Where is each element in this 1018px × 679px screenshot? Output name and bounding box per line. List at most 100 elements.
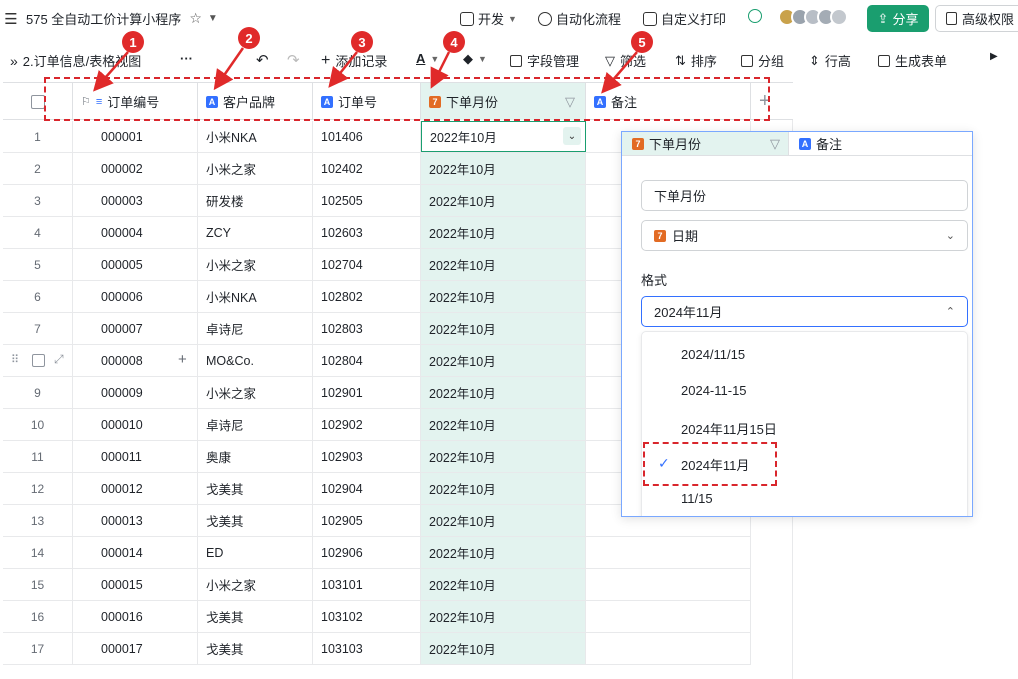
cell-brand[interactable]: 戈美其 (198, 633, 313, 664)
redo-icon[interactable]: ↷ (287, 51, 300, 69)
expand-icon[interactable]: ⤢ (54, 352, 64, 367)
row-index[interactable]: 17 (3, 633, 73, 664)
cell-order[interactable]: 102901 (313, 377, 421, 408)
cell-brand[interactable]: 小米NKA (198, 121, 313, 152)
star-icon[interactable]: ☆ (189, 10, 202, 27)
permission-button[interactable]: 高级权限 (935, 5, 1018, 32)
table-row[interactable]: 16 000016 戈美其 103102 2022年10月 (3, 601, 751, 633)
row-index[interactable]: 16 (3, 601, 73, 632)
cell-month[interactable]: 2022年10月 (421, 505, 586, 536)
cell-month[interactable]: 2022年10月 (421, 121, 586, 152)
row-height-button[interactable]: ⇕ 行高 (809, 51, 851, 70)
plus-icon[interactable]: + (178, 351, 187, 368)
cell-month[interactable]: 2022年10月 (421, 409, 586, 440)
scroll-right-icon[interactable]: ▶ (990, 51, 998, 62)
cell-brand[interactable]: 小米之家 (198, 569, 313, 600)
add-record-button[interactable]: + 添加记录 (321, 51, 387, 70)
cell-month[interactable]: 2022年10月 (421, 441, 586, 472)
cell-brand[interactable]: 卓诗尼 (198, 313, 313, 344)
share-button[interactable]: ⇪ 分享 (867, 5, 929, 32)
cell-order[interactable]: 103102 (313, 601, 421, 632)
chevron-down-icon[interactable]: ▼ (208, 13, 218, 24)
cell-order-no[interactable]: 000006 (73, 281, 198, 312)
row-index[interactable]: 14 (3, 537, 73, 568)
cell-brand[interactable]: 小米之家 (198, 377, 313, 408)
cell-order[interactable]: 102704 (313, 249, 421, 280)
cell-brand[interactable]: 戈美其 (198, 505, 313, 536)
cell-order[interactable]: 102903 (313, 441, 421, 472)
cell-order-no[interactable]: 000005 (73, 249, 198, 280)
cell-order-no[interactable]: 000001 (73, 121, 198, 152)
row-index[interactable]: 5 (3, 249, 73, 280)
cell-order[interactable]: 102505 (313, 185, 421, 216)
cell-note[interactable] (586, 537, 751, 568)
cell-brand[interactable]: MO&Co. (198, 345, 313, 376)
format-select[interactable]: 2024年11月 ⌃ (641, 296, 968, 327)
cell-month[interactable]: 2022年10月 (421, 377, 586, 408)
row-checkbox[interactable] (32, 354, 45, 367)
cell-month[interactable]: 2022年10月 (421, 281, 586, 312)
dev-menu[interactable]: 开发 ▼ (460, 9, 517, 28)
cell-note[interactable] (586, 633, 751, 664)
cell-brand[interactable]: 小米之家 (198, 249, 313, 280)
cell-order[interactable]: 102804 (313, 345, 421, 376)
format-option[interactable]: 2024年11月15日 (681, 419, 777, 438)
cell-month[interactable]: 2022年10月 (421, 569, 586, 600)
sync-status[interactable] (748, 9, 762, 23)
cell-order[interactable]: 102402 (313, 153, 421, 184)
cell-order-no[interactable]: 000010 (73, 409, 198, 440)
cell-order-no[interactable]: 000009 (73, 377, 198, 408)
cell-order[interactable]: 102603 (313, 217, 421, 248)
row-index[interactable]: 11 (3, 441, 73, 472)
cell-month[interactable]: 2022年10月 (421, 153, 586, 184)
field-manage-button[interactable]: 字段管理 (510, 51, 579, 70)
table-row[interactable]: 17 000017 戈美其 103103 2022年10月 (3, 633, 751, 665)
row-index[interactable]: 9 (3, 377, 73, 408)
text-color-button[interactable]: A ▼ (416, 51, 439, 66)
cell-month[interactable]: 2022年10月 (421, 217, 586, 248)
row-index[interactable]: 13 (3, 505, 73, 536)
cell-note[interactable] (586, 569, 751, 600)
cell-brand[interactable]: 戈美其 (198, 473, 313, 504)
cell-month[interactable]: 2022年10月 (421, 249, 586, 280)
chevron-down-icon[interactable]: ⌄ (563, 127, 581, 145)
cell-order[interactable]: 101406 (313, 121, 421, 152)
cell-brand[interactable]: ZCY (198, 217, 313, 248)
row-index[interactable]: 15 (3, 569, 73, 600)
cell-order[interactable]: 103101 (313, 569, 421, 600)
row-index[interactable]: 12 (3, 473, 73, 504)
row-index[interactable]: 7 (3, 313, 73, 344)
cell-brand[interactable]: 奥康 (198, 441, 313, 472)
cell-order-no[interactable]: 000013 (73, 505, 198, 536)
fill-color-button[interactable]: ◆ ▼ (463, 51, 487, 67)
cell-order[interactable]: 102803 (313, 313, 421, 344)
cell-order-no[interactable]: 000003 (73, 185, 198, 216)
cell-month[interactable]: 2022年10月 (421, 185, 586, 216)
cell-order-no[interactable]: 000017 (73, 633, 198, 664)
row-index[interactable]: 3 (3, 185, 73, 216)
cell-order-no[interactable]: 000014 (73, 537, 198, 568)
automation-button[interactable]: 自动化流程 (538, 9, 621, 28)
select-all-checkbox[interactable] (30, 94, 45, 109)
cell-order[interactable]: 102906 (313, 537, 421, 568)
cell-note[interactable] (586, 601, 751, 632)
filter-button[interactable]: ▽ 筛选 (605, 51, 646, 70)
format-option[interactable]: 11/15 (681, 491, 713, 506)
cell-order-no[interactable]: 000015 (73, 569, 198, 600)
cell-order[interactable]: 102905 (313, 505, 421, 536)
cell-order[interactable]: 103103 (313, 633, 421, 664)
sort-button[interactable]: ⇅ 排序 (675, 51, 717, 70)
cell-order-no[interactable]: 000007 (73, 313, 198, 344)
cell-order-no[interactable]: 000002 (73, 153, 198, 184)
view-switcher[interactable]: » 2.订单信息/表格视图 (10, 51, 141, 70)
cell-order[interactable]: 102902 (313, 409, 421, 440)
row-index[interactable]: 1 (3, 121, 73, 152)
cell-brand[interactable]: 卓诗尼 (198, 409, 313, 440)
format-option[interactable]: 2024/11/15 (681, 347, 745, 362)
undo-icon[interactable]: ↶ (256, 51, 269, 69)
row-index[interactable]: 6 (3, 281, 73, 312)
cell-order-no[interactable]: 000011 (73, 441, 198, 472)
cell-brand[interactable]: 戈美其 (198, 601, 313, 632)
cell-order-no[interactable]: 000016 (73, 601, 198, 632)
cell-order-no[interactable]: 000004 (73, 217, 198, 248)
